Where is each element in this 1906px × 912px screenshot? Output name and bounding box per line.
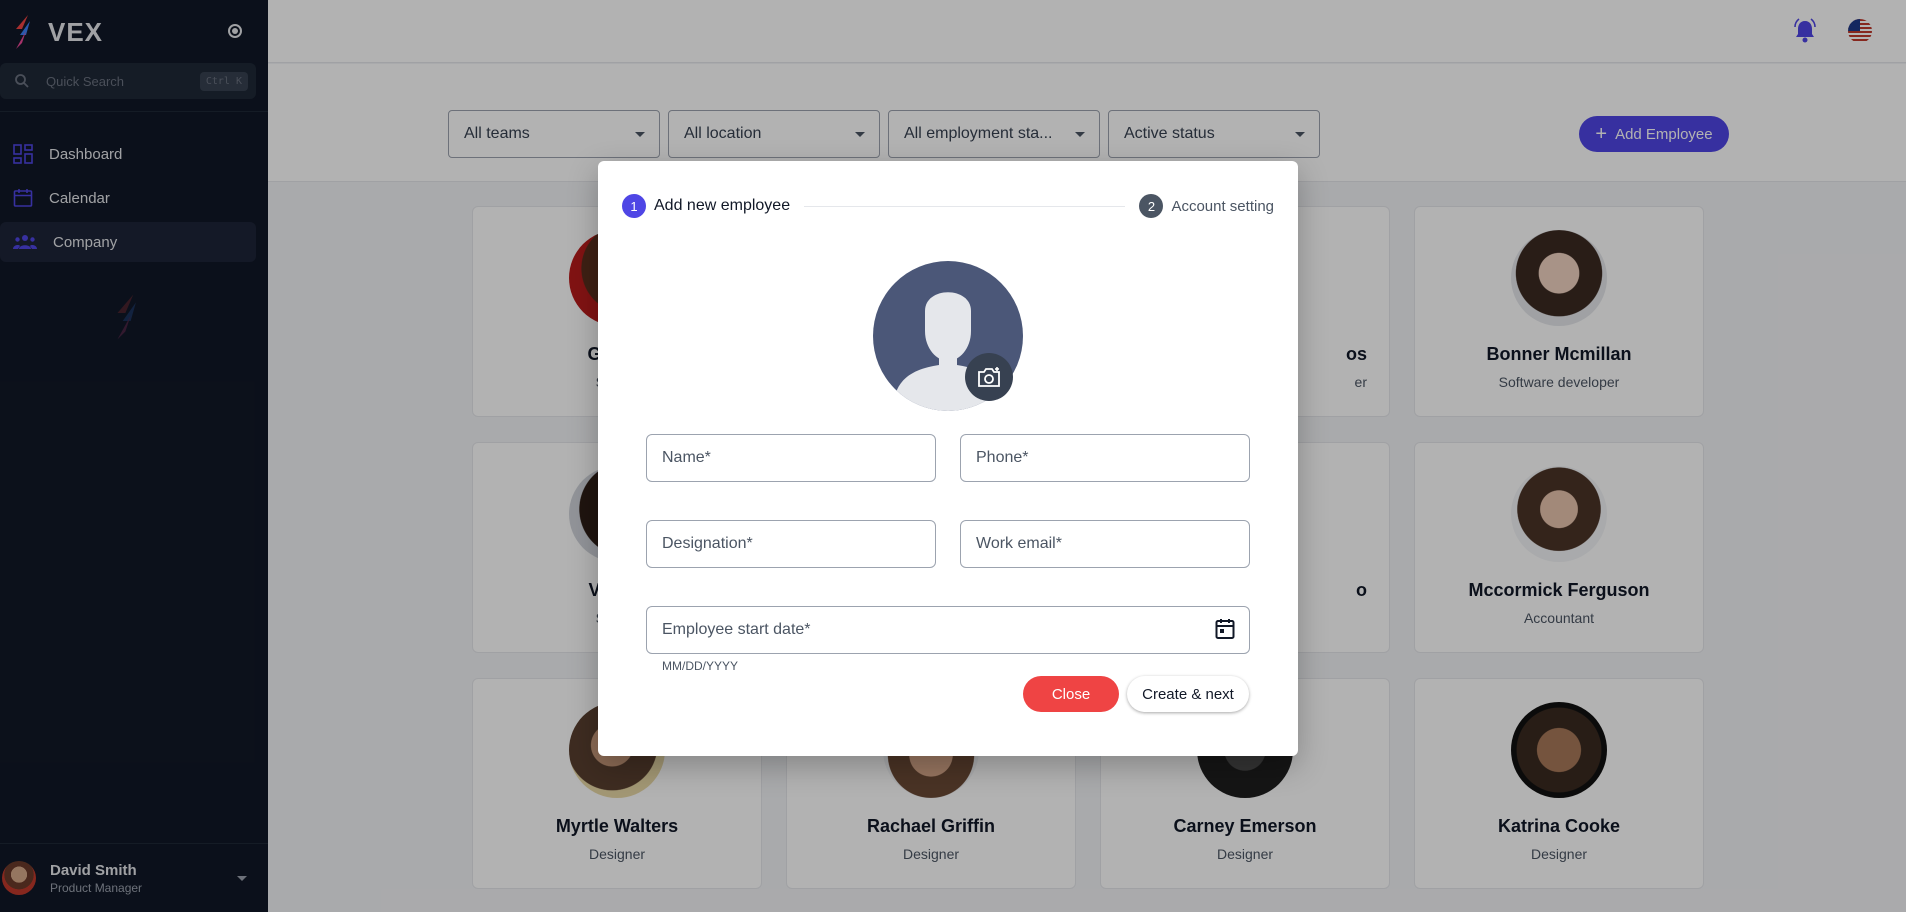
name-field[interactable]: [646, 434, 936, 482]
step-2-label: Account setting: [1171, 197, 1274, 215]
add-employee-modal: 1 Add new employee 2 Account setting MM/…: [598, 161, 1298, 756]
stepper: 1 Add new employee 2 Account setting: [622, 194, 1274, 218]
close-button[interactable]: Close: [1023, 676, 1119, 712]
step-1-label: Add new employee: [654, 197, 791, 214]
create-next-button[interactable]: Create & next: [1127, 676, 1249, 712]
start-date-field[interactable]: [646, 606, 1250, 654]
date-format-helper: MM/DD/YYYY: [662, 659, 739, 673]
step-2-number: 2: [1139, 194, 1164, 218]
calendar-icon[interactable]: [1215, 618, 1235, 640]
camera-icon: [978, 367, 1000, 387]
phone-field[interactable]: [960, 434, 1250, 482]
step-1-number: 1: [622, 194, 646, 218]
designation-field[interactable]: [646, 520, 936, 568]
step-connector: [804, 205, 1126, 207]
upload-photo-button[interactable]: [965, 353, 1013, 401]
work-email-field[interactable]: [960, 520, 1250, 568]
